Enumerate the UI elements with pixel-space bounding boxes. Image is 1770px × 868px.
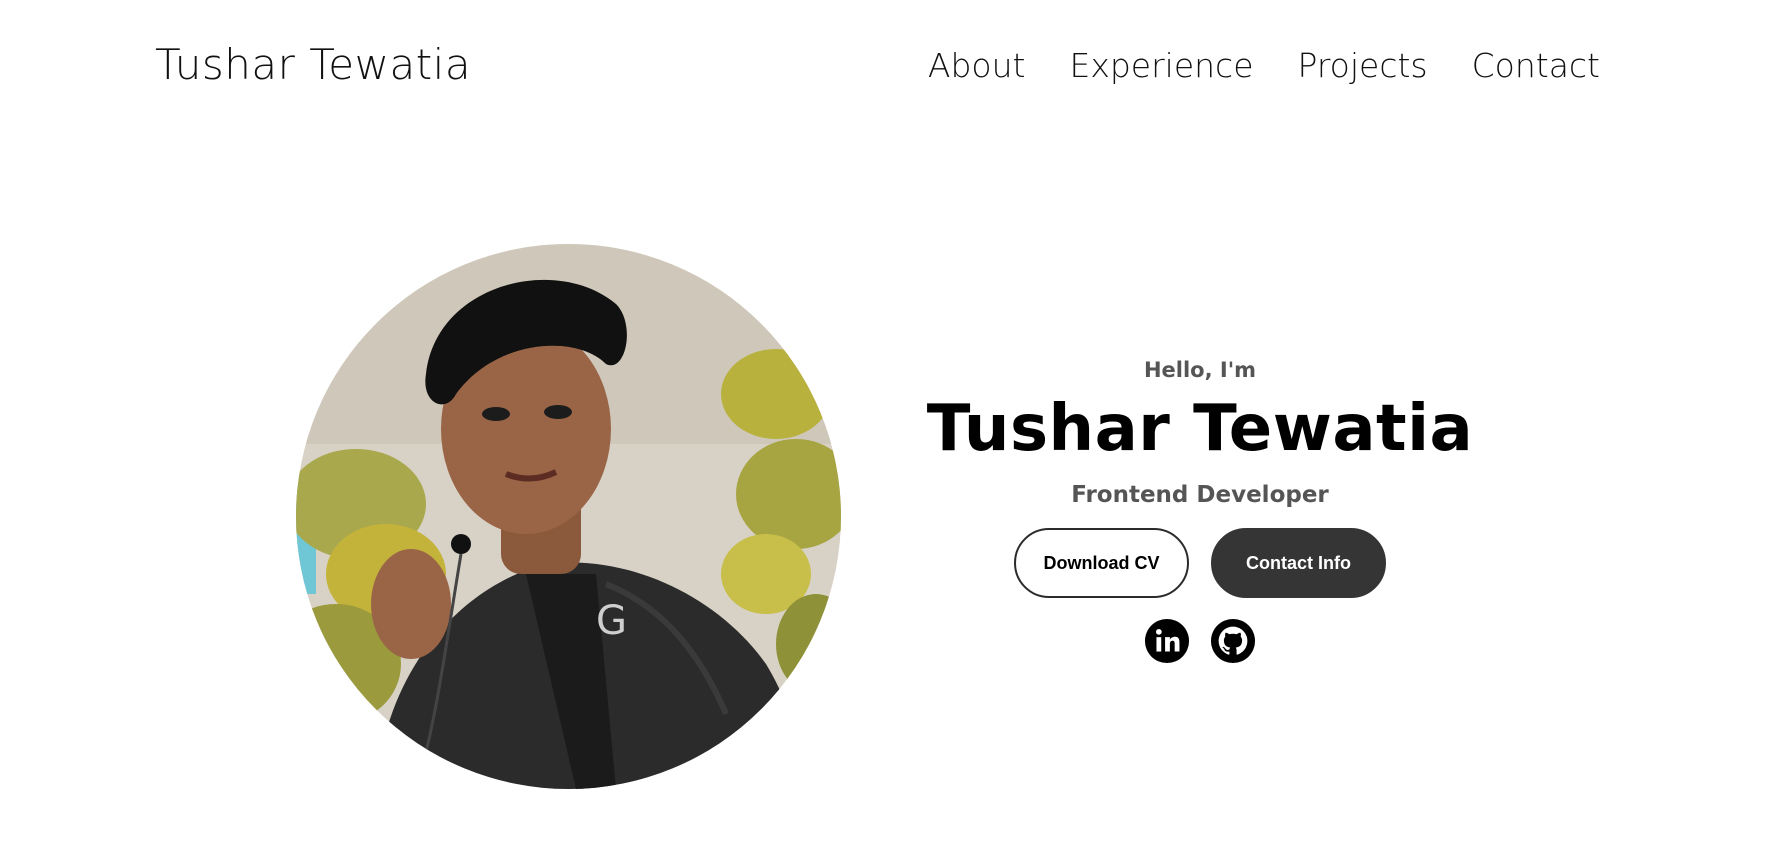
linkedin-icon xyxy=(1144,619,1190,664)
nav-links: About Experience Projects Contact xyxy=(928,46,1600,85)
profile-photo-illustration: G xyxy=(296,244,841,789)
contact-info-button[interactable]: Contact Info xyxy=(1211,528,1386,599)
nav-link-contact[interactable]: Contact xyxy=(1472,46,1600,85)
download-cv-button[interactable]: Download CV xyxy=(1014,528,1189,599)
nav-link-experience[interactable]: Experience xyxy=(1069,46,1253,85)
top-nav: Tushar Tewatia About Experience Projects… xyxy=(0,0,1770,130)
greeting-text: Hello, I'm xyxy=(1143,358,1257,382)
site-logo[interactable]: Tushar Tewatia xyxy=(155,40,471,89)
nav-link-about[interactable]: About xyxy=(928,46,1026,85)
github-link[interactable] xyxy=(1210,618,1256,664)
job-title: Frontend Developer xyxy=(1071,482,1329,509)
social-links xyxy=(900,618,1500,664)
cta-buttons: Download CV Contact Info xyxy=(900,528,1500,599)
nav-link-projects[interactable]: Projects xyxy=(1298,46,1428,85)
svg-text:G: G xyxy=(596,598,627,644)
linkedin-link[interactable] xyxy=(1144,618,1190,664)
github-icon xyxy=(1210,619,1256,664)
portfolio-page: Tushar Tewatia About Experience Projects… xyxy=(0,0,1770,868)
hero-section: Hello, I'm Tushar Tewatia Frontend Devel… xyxy=(900,358,1500,664)
profile-picture: G xyxy=(296,244,841,789)
hero-name: Tushar Tewatia xyxy=(926,392,1474,466)
